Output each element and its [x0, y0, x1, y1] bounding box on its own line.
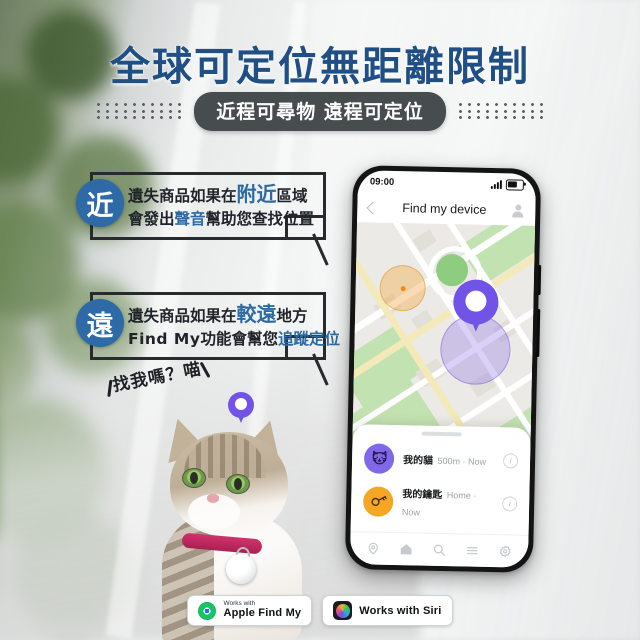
callout-near-line2: 會發出聲音幫助您查找位置 — [128, 210, 315, 229]
tab-list-menu-icon[interactable] — [465, 544, 479, 558]
battery-icon — [505, 178, 524, 191]
subtitle-row: 近程可尋物 遠程可定位 — [0, 91, 640, 131]
device-sheet: 我的貓 500m · Now i 我的鑰匙 Home · Now i — [349, 424, 531, 568]
list-item[interactable]: 我的貓 500m · Now i — [352, 438, 531, 482]
callout-near-text: 遺失商品如果在附近區域 會發出聲音幫助您查找位置 — [128, 180, 314, 230]
chevron-left-icon[interactable] — [366, 201, 380, 214]
sheet-grabber[interactable] — [421, 431, 462, 436]
promo-banner: 全球可定位無距離限制 近程可尋物 遠程可定位 近 遺失商品如果在附近區域 會發出… — [0, 0, 640, 640]
cat-eye-right — [226, 474, 250, 494]
tab-home-icon[interactable] — [399, 542, 413, 556]
cat-icon — [363, 442, 395, 474]
app-title: Find my device — [402, 201, 487, 217]
app-nav-bar: Find my device — [357, 192, 536, 226]
subtitle-pill: 近程可尋物 遠程可定位 — [194, 91, 446, 131]
callout-far-badge: 遠 — [76, 299, 124, 347]
key-icon — [362, 485, 394, 517]
callout-near-badge: 近 — [76, 179, 124, 227]
phone-volume-button[interactable] — [537, 264, 542, 296]
callout-near-line1: 遺失商品如果在附近區域 — [128, 182, 308, 206]
brush-stroke-left — [107, 379, 113, 397]
tracker-tag — [226, 554, 256, 584]
near-radius-circle — [379, 264, 427, 312]
bottom-tab-bar — [349, 531, 529, 568]
cat-eye-left — [182, 468, 206, 488]
near-device-dot — [400, 285, 406, 291]
badge-apple-find-my-label: Apple Find My — [223, 607, 302, 620]
device-name: 我的貓 — [402, 454, 434, 467]
badge-siri-label: Works with Siri — [359, 604, 442, 617]
compatibility-badges: Works with Apple Find My Works with Siri — [0, 595, 640, 626]
status-indicators — [490, 178, 524, 191]
status-time: 09:00 — [369, 175, 395, 188]
map-pin-icon[interactable] — [452, 279, 499, 332]
dots-left — [94, 103, 185, 119]
callout-far-line1: 遺失商品如果在較遠地方 — [128, 302, 308, 326]
phone-mockup: 09:00 Find my device 我的貓 500m · Now i 我的… — [344, 165, 542, 573]
callout-far-text: 遺失商品如果在較遠地方 Find My功能會幫您追蹤定位 — [128, 300, 340, 350]
list-item[interactable]: 我的鑰匙 Home · Now i — [351, 478, 530, 528]
tab-location-pin-icon[interactable] — [366, 541, 380, 555]
map-view[interactable]: 我的貓 500m · Now i 我的鑰匙 Home · Now i — [349, 222, 536, 568]
cat-map-pin-icon — [228, 392, 254, 423]
phone-screen: 09:00 Find my device 我的貓 500m · Now i 我的… — [349, 170, 537, 568]
apple-find-my-icon — [198, 601, 217, 620]
signal-bars-icon — [490, 179, 502, 189]
list-item-text: 我的貓 500m · Now — [403, 450, 494, 470]
device-subtitle: 500m · Now — [437, 455, 487, 467]
badge-siri: Works with Siri — [322, 595, 453, 626]
info-icon[interactable]: i — [502, 453, 519, 469]
siri-icon — [333, 601, 353, 620]
cat-nose — [207, 494, 219, 503]
badge-apple-find-my: Works with Apple Find My — [187, 595, 313, 626]
callout-far-line2: Find My功能會幫您追蹤定位 — [128, 330, 340, 349]
device-name: 我的鑰匙 — [402, 488, 443, 501]
tab-settings-gear-icon[interactable] — [498, 544, 512, 558]
page-title: 全球可定位無距離限制 — [110, 44, 530, 90]
dots-right — [455, 103, 546, 119]
tab-search-icon[interactable] — [432, 543, 446, 557]
badge-apple-find-my-text: Works with Apple Find My — [223, 600, 302, 620]
list-item-text: 我的鑰匙 Home · Now — [402, 484, 494, 522]
info-icon[interactable]: i — [502, 496, 518, 512]
person-avatar-icon[interactable] — [511, 203, 524, 218]
